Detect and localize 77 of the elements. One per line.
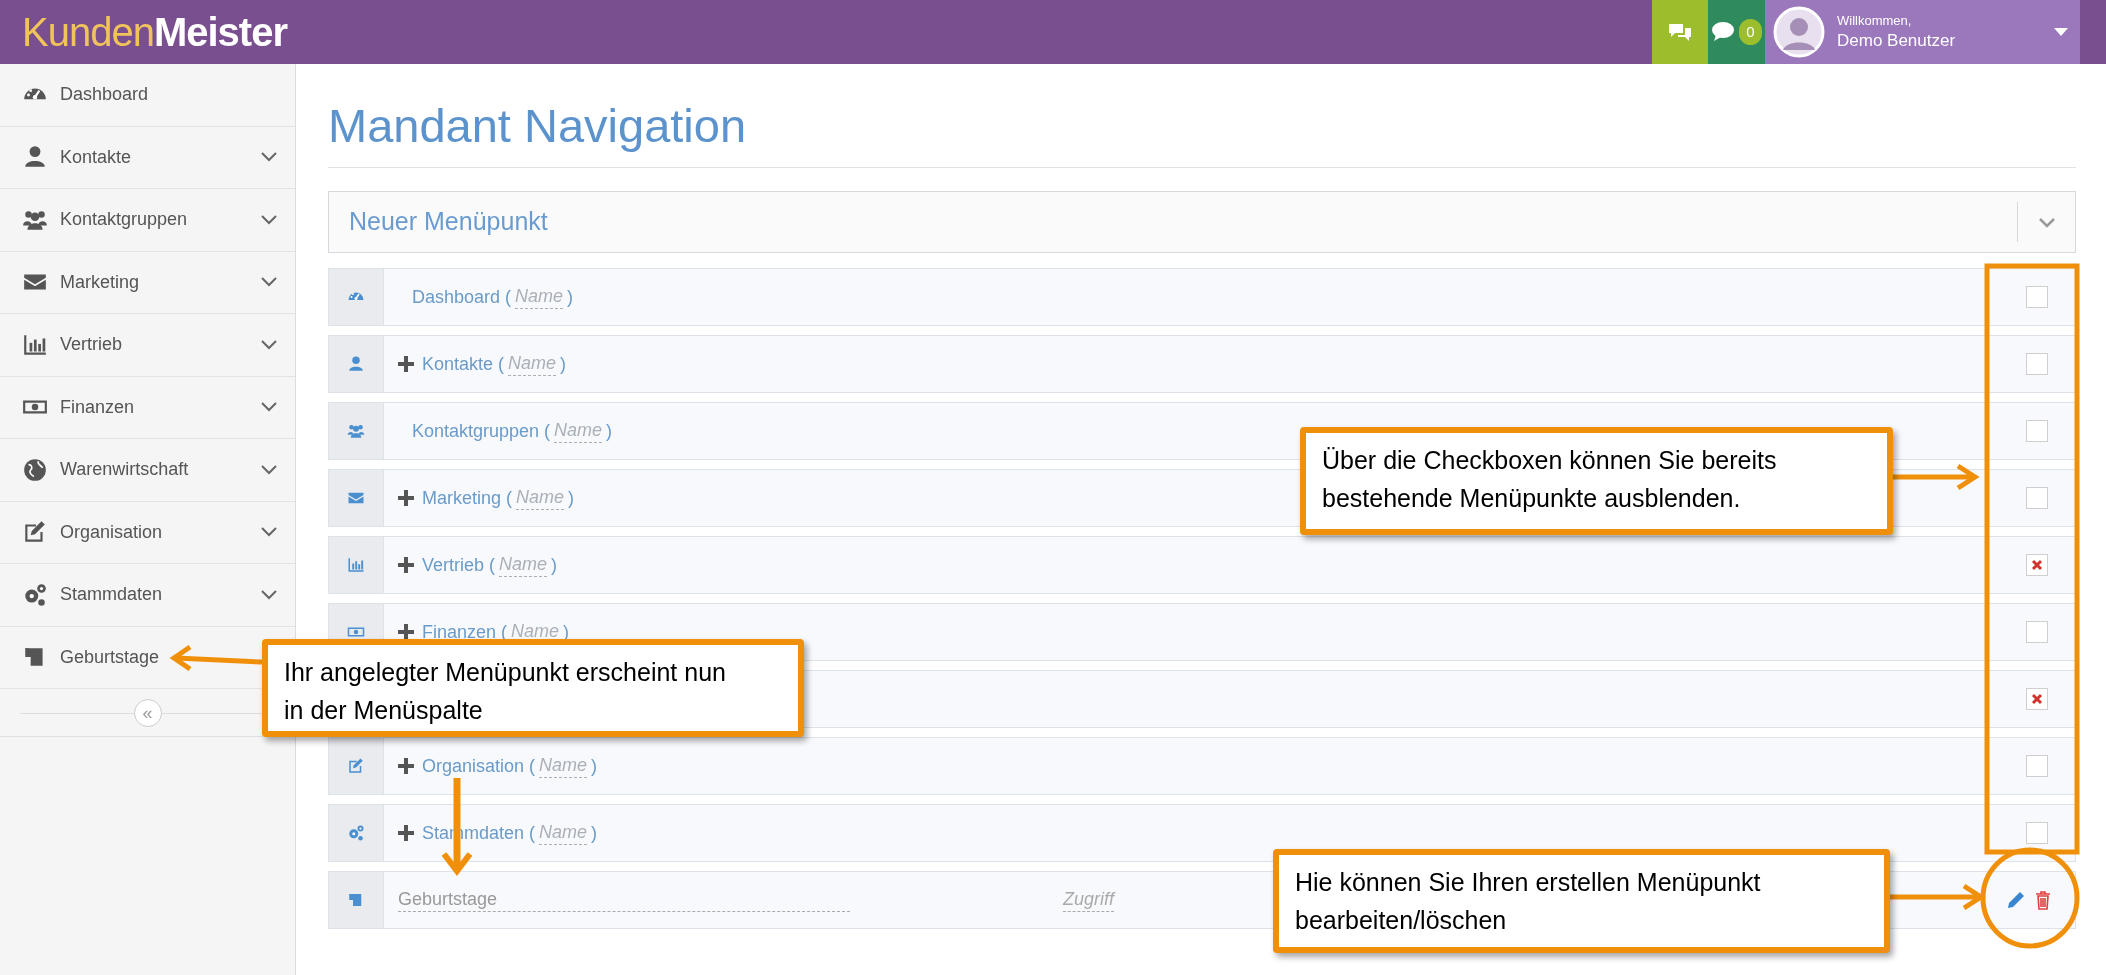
sidebar-item[interactable]: Kontaktgruppen bbox=[0, 189, 261, 251]
menu-label: ) bbox=[591, 754, 598, 778]
sidebar-item[interactable]: Marketing bbox=[0, 251, 261, 313]
sidebar-item[interactable]: Geburtstage bbox=[0, 626, 221, 688]
checkbox[interactable] bbox=[2026, 822, 2048, 844]
name-field[interactable]: Name bbox=[554, 419, 603, 443]
x-mark-icon bbox=[2031, 559, 2043, 571]
callout-tooltip: Über die Checkboxen können Sie bereits bestehende Menüpunkte ausblenden. bbox=[1300, 427, 1893, 535]
globe-icon bbox=[22, 456, 48, 483]
sidebar-item[interactable]: Dashboard bbox=[0, 64, 221, 126]
pencil-icon[interactable] bbox=[2007, 891, 2025, 909]
sidebar-item[interactable]: Kontakte bbox=[0, 126, 261, 188]
name-field[interactable]: Name bbox=[539, 754, 588, 778]
x-mark-icon bbox=[2031, 693, 2043, 705]
logo-text: Meister bbox=[153, 12, 287, 52]
name-field[interactable]: Name bbox=[539, 821, 588, 845]
chat-button[interactable] bbox=[1652, 0, 1708, 64]
menu-label: Kontakte ( bbox=[422, 352, 505, 376]
bar-chart-icon bbox=[347, 556, 365, 574]
plus-icon[interactable] bbox=[398, 557, 414, 573]
plus-icon[interactable] bbox=[398, 356, 414, 372]
checkbox[interactable] bbox=[2026, 621, 2048, 643]
sidebar-item[interactable]: Finanzen bbox=[0, 376, 261, 438]
avatar-icon bbox=[1773, 6, 1825, 58]
gears-icon bbox=[347, 824, 365, 842]
menu-label: ) bbox=[606, 419, 613, 443]
logo-text: Kunden bbox=[22, 12, 154, 52]
greeting-text: Willkommen, bbox=[1837, 13, 1913, 30]
menu-label: ) bbox=[560, 352, 567, 376]
menu-label: ) bbox=[551, 553, 558, 577]
name-field[interactable]: Name bbox=[508, 352, 557, 376]
menu-label: Vertrieb ( bbox=[422, 553, 496, 577]
checkbox[interactable] bbox=[2026, 353, 2048, 375]
sidebar-item[interactable]: Stammdaten bbox=[0, 564, 261, 626]
people-icon bbox=[347, 422, 365, 440]
menu-label: ) bbox=[568, 486, 575, 510]
menu-label: Organisation ( bbox=[422, 754, 536, 778]
messages-button[interactable]: 0 bbox=[1708, 0, 1765, 64]
menu-label: Marketing ( bbox=[422, 486, 513, 510]
callout-tooltip: Hie können Sie Ihren erstellen Menüpunkt bearbeiten/löschen bbox=[1273, 849, 1890, 953]
trash-icon[interactable] bbox=[2035, 890, 2051, 910]
plus-icon[interactable] bbox=[398, 490, 414, 506]
access-field[interactable]: Zugriff bbox=[1063, 888, 1114, 912]
menu-label: ) bbox=[591, 821, 598, 845]
chevron-down-icon bbox=[2037, 216, 2056, 228]
name-field[interactable]: Name bbox=[515, 285, 564, 309]
caret-icon bbox=[2054, 28, 2068, 36]
user-menu[interactable]: Willkommen, Demo Benutzer bbox=[1765, 0, 2080, 64]
checkbox[interactable] bbox=[2026, 420, 2048, 442]
menu-label: Kontaktgruppen ( bbox=[412, 419, 551, 443]
sidebar-item[interactable]: Organisation bbox=[0, 501, 261, 563]
person-icon bbox=[347, 355, 365, 373]
sidebar-item[interactable]: Warenwirtschaft bbox=[0, 439, 261, 501]
chat-icon bbox=[1667, 21, 1693, 43]
checkbox[interactable] bbox=[2026, 755, 2048, 777]
dropdown-label: Neuer Menüpunkt bbox=[348, 206, 549, 238]
plus-icon[interactable] bbox=[398, 825, 414, 841]
new-item-dropdown[interactable]: Neuer Menüpunkt bbox=[328, 191, 2076, 253]
plus-icon[interactable] bbox=[398, 624, 414, 640]
message-count-badge: 0 bbox=[1739, 18, 1762, 46]
callout-tooltip: Ihr angelegter Menüpunkt erscheint nun in der Menüspalte bbox=[262, 639, 804, 737]
menu-label: ) bbox=[567, 285, 574, 309]
plus-icon[interactable] bbox=[398, 758, 414, 774]
checkbox[interactable] bbox=[2026, 688, 2048, 710]
sidebar-item[interactable]: Vertrieb bbox=[0, 314, 261, 376]
name-field[interactable]: Name bbox=[516, 486, 565, 510]
user-name: Demo Benutzer bbox=[1837, 29, 1956, 51]
checkbox[interactable] bbox=[2026, 286, 2048, 308]
checkbox[interactable] bbox=[2026, 487, 2048, 509]
name-field[interactable]: Geburtstage bbox=[398, 888, 850, 912]
collapse-button[interactable]: « bbox=[133, 698, 162, 727]
gears-icon bbox=[22, 581, 48, 608]
page-title: Mandant Navigation bbox=[328, 102, 2076, 168]
name-field[interactable]: Name bbox=[499, 553, 548, 577]
menu-label: Dashboard ( bbox=[412, 285, 512, 309]
speech-bubble-icon bbox=[1711, 21, 1736, 43]
checkbox[interactable] bbox=[2026, 554, 2048, 576]
